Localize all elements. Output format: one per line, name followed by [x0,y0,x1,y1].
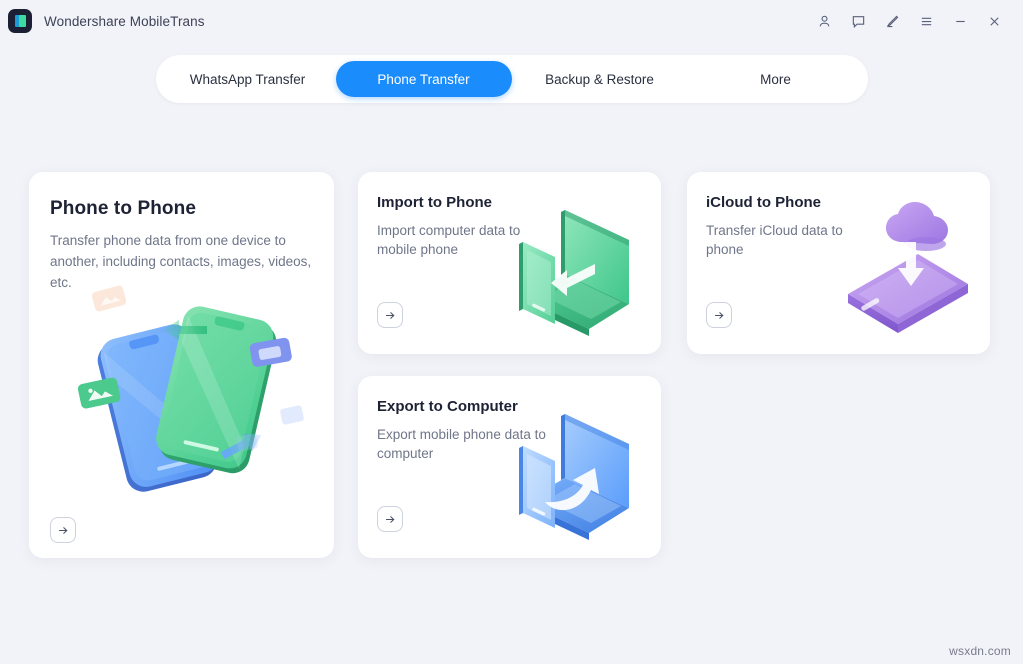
tab-backup-restore[interactable]: Backup & Restore [512,61,688,97]
card-description: Transfer iCloud data to phone [706,223,843,257]
account-icon[interactable] [809,7,839,35]
arrow-right-icon [57,524,70,537]
card-title: Phone to Phone [50,198,197,219]
edit-icon[interactable] [877,7,907,35]
arrow-right-icon [713,309,726,322]
card-title: Import to Phone [377,194,492,211]
export-to-computer-illustration [479,398,659,558]
watermark: wsxdn.com [949,644,1011,658]
card-phone-to-phone[interactable]: Phone to Phone Transfer phone data from … [29,172,334,558]
arrow-right-icon [384,309,397,322]
card-title: Export to Computer [377,398,518,415]
card-icloud-to-phone[interactable]: iCloud to Phone Transfer iCloud data to … [687,172,990,354]
icloud-to-phone-action-button[interactable] [706,302,732,328]
card-import-to-phone[interactable]: Import to Phone Import computer data to … [358,172,661,354]
tab-bar-wrap: WhatsApp Transfer Phone Transfer Backup … [0,55,1023,103]
phone-to-phone-illustration [69,285,329,510]
cards-grid: Phone to Phone Transfer phone data from … [29,172,991,560]
tab-phone-transfer[interactable]: Phone Transfer [335,61,512,97]
import-to-phone-illustration [479,194,659,354]
feedback-icon[interactable] [843,7,873,35]
menu-icon[interactable] [911,7,941,35]
card-title: iCloud to Phone [706,194,821,211]
tab-bar: WhatsApp Transfer Phone Transfer Backup … [155,55,868,103]
title-bar: Wondershare MobileTrans [0,0,1023,42]
import-to-phone-action-button[interactable] [377,302,403,328]
icloud-to-phone-illustration [808,194,988,354]
phone-to-phone-action-button[interactable] [50,517,76,543]
close-icon[interactable] [979,7,1009,35]
card-description: Import computer data to mobile phone [377,223,521,257]
export-to-computer-action-button[interactable] [377,506,403,532]
card-export-to-computer[interactable]: Export to Computer Export mobile phone d… [358,376,661,558]
card-description: Export mobile phone data to computer [377,427,546,461]
arrow-right-icon [384,513,397,526]
minimize-icon[interactable] [945,7,975,35]
card-description: Transfer phone data from one device to a… [50,233,312,290]
tab-whatsapp-transfer[interactable]: WhatsApp Transfer [160,61,336,97]
app-title: Wondershare MobileTrans [44,13,205,29]
window-controls [809,7,1009,35]
tab-more[interactable]: More [688,61,864,97]
mobiletrans-logo-icon [8,9,32,33]
